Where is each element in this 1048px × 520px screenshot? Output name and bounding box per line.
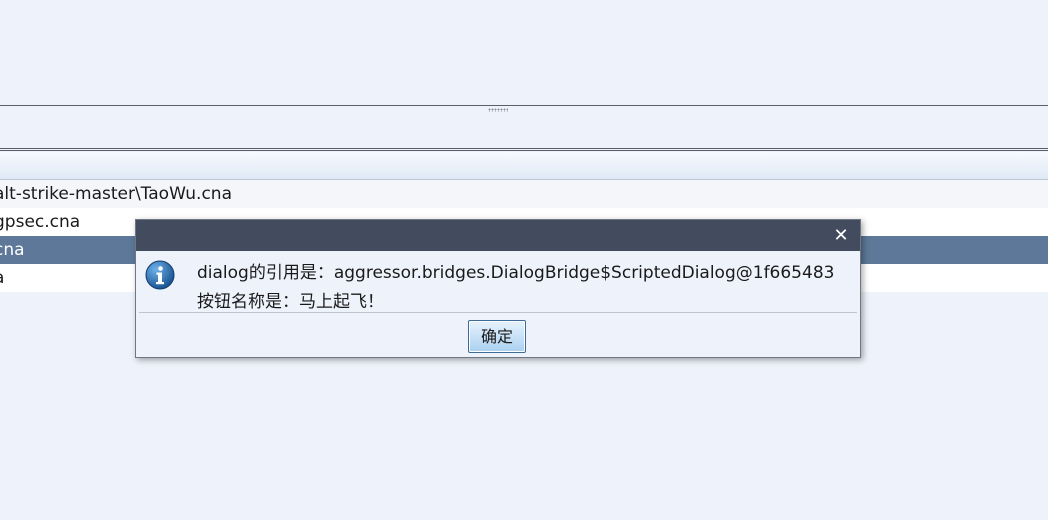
message-dialog: ✕ dialog的引用是：aggressor.bridges.DialogBri…: [135, 219, 861, 358]
split-pane-grip-icon[interactable]: [488, 108, 508, 112]
ok-button[interactable]: 确定: [468, 320, 526, 353]
dialog-message-line1: dialog的引用是：aggressor.bridges.DialogBridg…: [197, 263, 835, 283]
table-row-path: cna: [0, 240, 25, 260]
split-pane-gap: [0, 106, 1048, 148]
split-pane-divider-bottom[interactable]: [0, 148, 1048, 151]
table-row-path: gpsec.cna: [0, 212, 81, 232]
table-row-path: a: [0, 268, 4, 288]
script-console-area: [0, 0, 1048, 105]
dialog-titlebar[interactable]: ✕: [136, 220, 860, 251]
close-icon[interactable]: ✕: [830, 225, 852, 247]
info-icon: [145, 260, 175, 290]
scripts-table-header[interactable]: [0, 152, 1048, 180]
dialog-separator: [139, 312, 857, 313]
table-row[interactable]: alt-strike-master\TaoWu.cna: [0, 180, 1048, 208]
table-row-path: alt-strike-master\TaoWu.cna: [0, 184, 232, 204]
dialog-message-line2: 按钮名称是：马上起飞！: [197, 292, 384, 312]
